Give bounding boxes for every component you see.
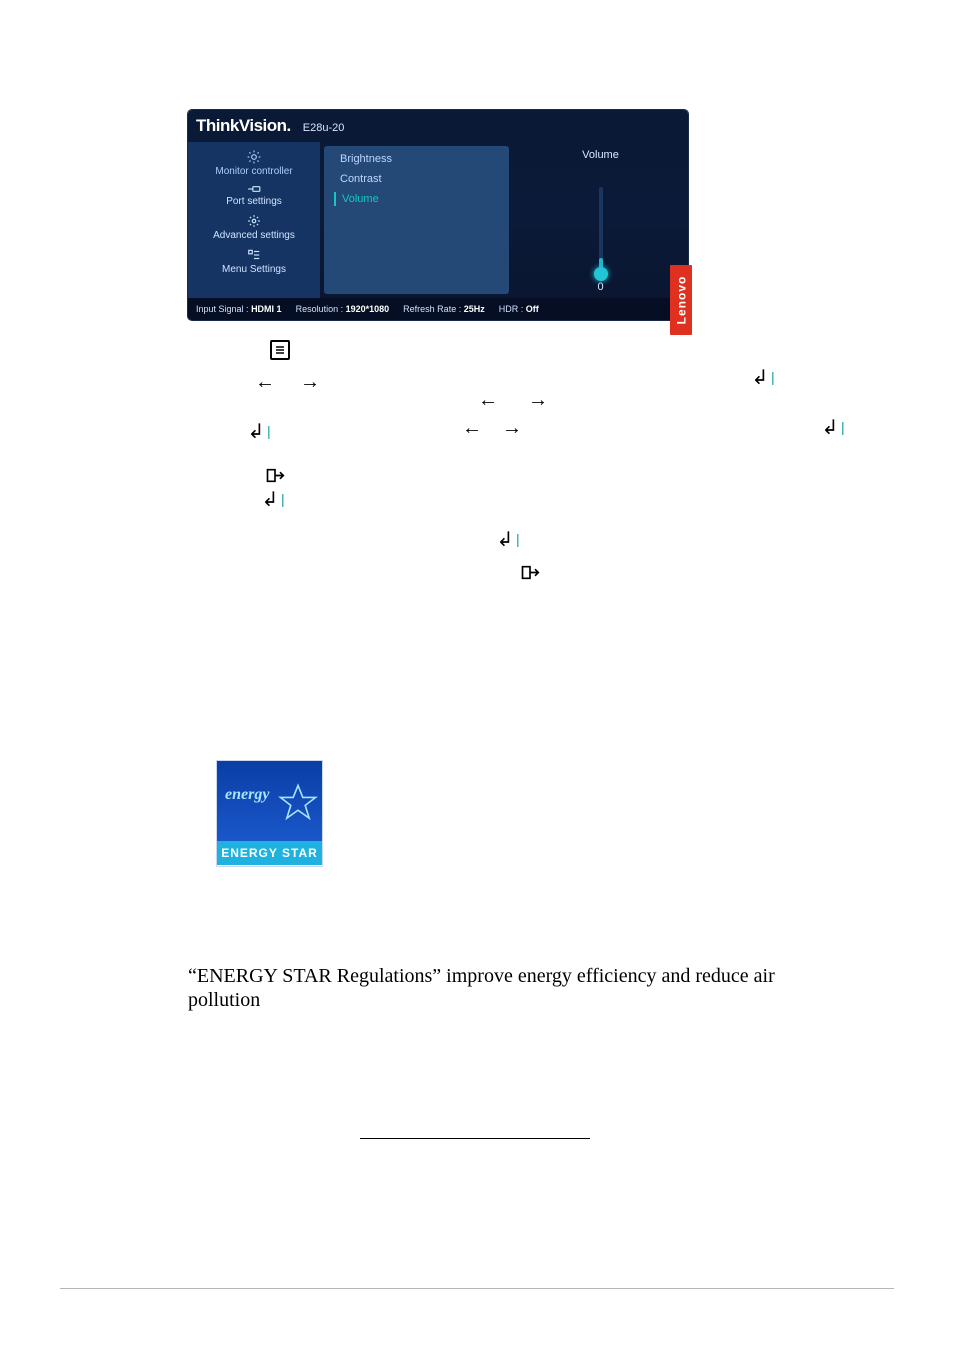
osd-brand: ThinkVision. (196, 115, 291, 137)
osd-model: E28u-20 (303, 117, 345, 139)
osd-submenu: Brightness Contrast Volume (324, 146, 509, 294)
sun-icon (192, 150, 316, 164)
enter-key-icon: ↲ (822, 418, 839, 438)
osd-volume-value: 0 (597, 280, 603, 294)
osd-sub-volume[interactable]: Volume (334, 192, 499, 206)
exit-key-icon (520, 564, 540, 587)
osd-sub-brightness[interactable]: Brightness (334, 152, 499, 166)
body-text: “ENERGY STAR Regulations” improve energy… (188, 964, 808, 1012)
energy-star-script: energy (225, 787, 269, 803)
tick-mark: | (841, 420, 845, 434)
enter-key-icon: ↲ (248, 422, 265, 442)
osd-status-input: Input Signal : HDMI 1 (196, 298, 282, 320)
volume-slider-knob[interactable] (594, 267, 608, 281)
osd-sub-contrast[interactable]: Contrast (334, 172, 499, 186)
enter-key-icon: ↲ (497, 530, 514, 550)
page-footer-rule (60, 1288, 894, 1289)
enter-key-icon: ↲ (752, 368, 769, 388)
key-menu-icon (270, 340, 290, 360)
osd-sidebar-port-settings[interactable]: Port settings (192, 184, 316, 208)
osd-status-rate: Refresh Rate : 25Hz (403, 298, 485, 320)
osd-sidebar-label: Port settings (192, 196, 316, 208)
osd-sidebar-label: Menu Settings (192, 264, 316, 276)
lenovo-tag: Lenovo (670, 265, 692, 335)
osd-title-bar: ThinkVision. E28u-20 (188, 115, 688, 137)
osd-volume-panel: Volume 0 (513, 142, 688, 298)
osd-volume-label: Volume (582, 148, 619, 162)
osd-sidebar-label: Advanced settings (192, 230, 316, 242)
osd-sidebar-advanced-settings[interactable]: Advanced settings (192, 214, 316, 242)
tick-mark: | (267, 424, 271, 438)
arrow-right-icon: → (528, 390, 548, 410)
volume-slider[interactable] (599, 187, 603, 272)
osd-sidebar-label: Monitor controller (192, 166, 316, 178)
osd-status-bar: Input Signal : HDMI 1 Resolution : 1920*… (188, 298, 688, 320)
osd-status-res: Resolution : 1920*1080 (296, 298, 390, 320)
gear-icon (192, 214, 316, 228)
arrow-right-icon: → (300, 372, 320, 392)
arrow-right-icon: → (502, 418, 522, 438)
tick-mark: | (771, 370, 775, 384)
energy-star-logo: energy ENERGY STAR (216, 760, 323, 867)
osd-status-hdr: HDR : Off (499, 298, 539, 320)
enter-key-icon: ↲ (262, 490, 279, 510)
tick-mark: | (516, 532, 520, 546)
section-underline (360, 1138, 590, 1139)
port-icon (192, 184, 316, 194)
osd-sidebar-menu-settings[interactable]: Menu Settings (192, 248, 316, 276)
osd-sidebar: Monitor controller Port settings Advance… (188, 142, 320, 298)
exit-key-icon (265, 467, 285, 490)
arrow-left-icon: ← (255, 372, 275, 392)
energy-star-bar: ENERGY STAR (217, 841, 322, 865)
arrow-left-icon: ← (462, 418, 482, 438)
monitor-osd-photo: ThinkVision. E28u-20 Monitor controller … (188, 110, 688, 320)
osd-sidebar-monitor-controller[interactable]: Monitor controller (192, 150, 316, 178)
tick-mark: | (281, 492, 285, 506)
lenovo-tag-label: Lenovo (675, 276, 687, 325)
arrow-left-icon: ← (478, 390, 498, 410)
menu-icon (192, 248, 316, 262)
